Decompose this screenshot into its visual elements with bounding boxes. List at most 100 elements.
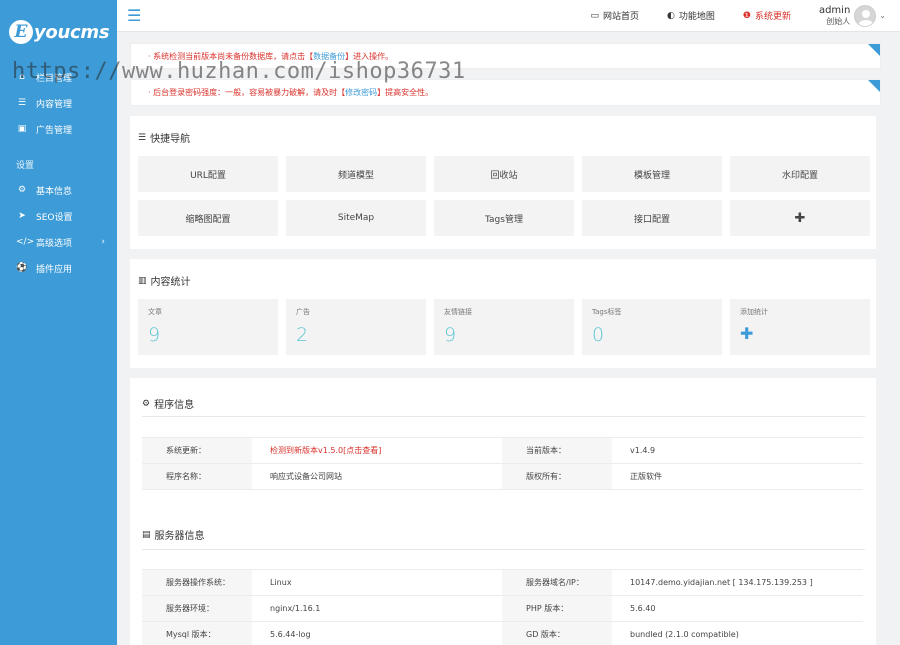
quick-template-button[interactable]: 模板管理 (582, 156, 722, 192)
change-password-link[interactable]: 修改密码 (345, 87, 377, 98)
sidebar-item-plugins[interactable]: ⚽ 插件应用 (0, 255, 117, 281)
add-stat-icon: ✚ (740, 324, 754, 343)
table-value: v1.4.9 (630, 446, 656, 455)
sidebar-item-advanced[interactable]: </> 高级选项 › (0, 229, 117, 255)
quick-api-config-button[interactable]: 接口配置 (582, 200, 722, 236)
table-key: 系统更新： (142, 438, 252, 463)
notice-text: 】进入操作。 (345, 51, 394, 61)
sidebar-item-label: 广告管理 (36, 125, 73, 136)
stat-label: 友情链接 (444, 308, 472, 316)
function-map-link[interactable]: ◐ 功能地图 (666, 9, 715, 23)
notice-text: · 系统检测当前版本尚未备份数据库，请点击【 (148, 51, 314, 61)
stat-label: 添加统计 (740, 308, 768, 316)
sidebar: E youcms ⌂ 栏目管理 ☰ 内容管理 ▣ 广告管理 设置 ⚙ 基本信息 … (0, 0, 117, 645)
quick-nav-title: ☰ 快捷导航 (138, 130, 191, 146)
chevron-down-icon: ⌄ (879, 11, 886, 20)
sidebar-item-content[interactable]: ☰ 内容管理 (0, 90, 117, 116)
sidebar-section-settings: 设置 (16, 161, 35, 171)
user-name: admin (818, 4, 851, 16)
server-info-title: ▤ 服务器信息 (142, 527, 205, 543)
info-icon: ❶ (742, 10, 751, 21)
server-icon: ▤ (142, 529, 151, 540)
quick-nav-card: ☰ 快捷导航 URL配置 频道模型 回收站 模板管理 水印配置 缩略图配置 Si… (130, 116, 876, 249)
user-role: 创始人 (826, 16, 851, 26)
table-row: 服务器操作系统： Linux 服务器域名/IP： 10147.demo.yida… (142, 570, 863, 596)
function-map-label: 功能地图 (678, 12, 715, 22)
site-home-label: 网站首页 (602, 12, 639, 22)
notice-close-corner[interactable] (868, 44, 880, 56)
table-row: Mysql 版本： 5.6.44-log GD 版本： bundled (2.1… (142, 622, 863, 645)
stat-articles[interactable]: 文章 9 (138, 299, 278, 355)
user-menu[interactable]: admin 创始人 ⌄ (819, 4, 886, 27)
info-card: ⚙ 程序信息 系统更新： 检测到新版本v1.5.0[点击查看] 当前版本： v1… (130, 378, 876, 645)
menu-toggle-icon[interactable]: ☰ (127, 6, 141, 25)
stat-tags[interactable]: Tags标签 0 (582, 299, 722, 355)
table-value: 10147.demo.yidajian.net [ 134.175.139.25… (630, 578, 813, 587)
backup-link[interactable]: 数据备份 (313, 51, 345, 62)
toggle-icon: ◐ (666, 10, 675, 21)
stat-value: 9 (148, 324, 161, 346)
avatar (854, 4, 877, 27)
user-names: admin 创始人 (819, 5, 850, 27)
sidebar-item-label: 高级选项 (36, 238, 73, 249)
content-stats-card: ▥ 内容统计 文章 9 广告 2 友情链接 9 Tags标签 0 添加统计 ✚ (130, 259, 876, 368)
table-row: 系统更新： 检测到新版本v1.5.0[点击查看] 当前版本： v1.4.9 (142, 438, 863, 464)
code-icon: </> (16, 237, 35, 247)
quick-url-config-button[interactable]: URL配置 (138, 156, 278, 192)
monitor-icon: ▭ (590, 10, 599, 21)
divider (142, 416, 865, 417)
quick-tags-button[interactable]: Tags管理 (434, 200, 574, 236)
new-version-link[interactable]: 检测到新版本v1.5.0[点击查看] (270, 445, 381, 456)
stat-links[interactable]: 友情链接 9 (434, 299, 574, 355)
quick-recycle-bin-button[interactable]: 回收站 (434, 156, 574, 192)
quick-watermark-button[interactable]: 水印配置 (730, 156, 870, 192)
password-notice: · 后台登录密码强度：一般，容易被暴力破解，请及时【 修改密码 】提高安全性。 (130, 79, 881, 106)
sidebar-item-label: 基本信息 (36, 186, 73, 197)
stat-label: Tags标签 (592, 308, 622, 316)
stats-grid: 文章 9 广告 2 友情链接 9 Tags标签 0 添加统计 ✚ (138, 299, 870, 355)
quick-thumbnail-button[interactable]: 缩略图配置 (138, 200, 278, 236)
table-value: 5.6.40 (630, 604, 656, 613)
quick-sitemap-button[interactable]: SiteMap (286, 200, 426, 236)
sidebar-item-label: SEO设置 (36, 212, 73, 223)
soccer-icon: ⚽ (16, 263, 28, 273)
table-key: GD 版本： (502, 622, 612, 645)
notice-close-corner[interactable] (868, 80, 880, 92)
home-icon: ⌂ (19, 72, 25, 82)
stat-ads[interactable]: 广告 2 (286, 299, 426, 355)
stat-value: 2 (296, 324, 309, 346)
stat-value: 9 (444, 324, 457, 346)
gear-icon: ⚙ (142, 398, 151, 409)
topbar: ☰ ▭ 网站首页 ◐ 功能地图 ❶ 系统更新 admin 创始人 ⌄ (117, 0, 900, 32)
list-icon: ☰ (17, 98, 27, 108)
stat-label: 广告 (296, 308, 310, 316)
stat-label: 文章 (148, 308, 162, 316)
paper-plane-icon: ➤ (18, 211, 26, 221)
quick-channel-model-button[interactable]: 频道模型 (286, 156, 426, 192)
sidebar-item-ads[interactable]: ▣ 广告管理 (0, 116, 117, 142)
stats-title-text: 内容统计 (150, 277, 191, 288)
table-value: 检测到新版本v1.5.0[点击查看] (252, 438, 502, 463)
backup-notice: · 系统检测当前版本尚未备份数据库，请点击【 数据备份 】进入操作。 (130, 43, 881, 69)
table-value: nginx/1.16.1 (270, 604, 321, 613)
system-update-link[interactable]: ❶ 系统更新 (742, 9, 791, 23)
table-key: Mysql 版本： (142, 622, 252, 645)
table-key: 服务器操作系统： (142, 570, 252, 595)
sidebar-item-label: 插件应用 (36, 264, 73, 275)
table-value: bundled (2.1.0 compatible) (630, 630, 739, 639)
server-info-table: 服务器操作系统： Linux 服务器域名/IP： 10147.demo.yida… (142, 569, 863, 645)
table-value: Linux (270, 578, 292, 587)
quick-nav-title-text: 快捷导航 (150, 134, 191, 145)
quick-add-button[interactable]: ✚ (730, 200, 870, 236)
server-info-title-text: 服务器信息 (154, 531, 205, 542)
image-icon: ▣ (17, 124, 27, 134)
logo[interactable]: E youcms (0, 0, 117, 64)
stat-add[interactable]: 添加统计 ✚ (730, 299, 870, 355)
logo-mark: E (9, 20, 33, 44)
table-key: PHP 版本： (502, 596, 612, 621)
sidebar-item-seo[interactable]: ➤ SEO设置 (0, 203, 117, 229)
sidebar-item-basic-info[interactable]: ⚙ 基本信息 (0, 177, 117, 203)
sidebar-item-columns[interactable]: ⌂ 栏目管理 (0, 64, 117, 90)
site-home-link[interactable]: ▭ 网站首页 (590, 9, 639, 23)
system-update-label: 系统更新 (754, 12, 791, 22)
